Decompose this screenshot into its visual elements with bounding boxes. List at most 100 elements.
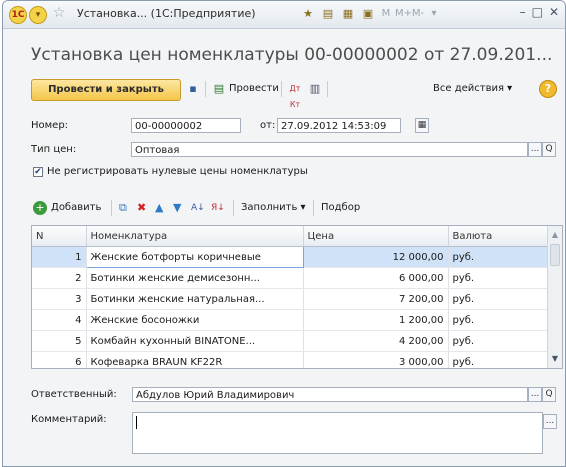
responsible-select-button[interactable]: ... bbox=[528, 387, 542, 402]
memory-minus-button[interactable]: M- bbox=[411, 6, 425, 22]
table-row[interactable]: 6 Кофеварка BRAUN KF22R 3 000,00 руб. bbox=[32, 351, 548, 368]
delete-row-icon[interactable]: ✖ bbox=[137, 200, 146, 216]
row-item[interactable]: Кофеварка BRAUN KF22R bbox=[86, 351, 304, 368]
column-header-item[interactable]: Номенклатура bbox=[86, 226, 304, 247]
skip-zero-label: Не регистрировать нулевые цены номенклат… bbox=[47, 166, 308, 177]
table-row[interactable]: 4 Женские босоножки 1 200,00 руб. bbox=[32, 309, 548, 331]
number-field[interactable]: 00-00000002 bbox=[131, 118, 241, 133]
sort-descending-icon[interactable]: Я↓ bbox=[211, 200, 225, 216]
post-and-close-button[interactable]: Провести и закрыть bbox=[31, 79, 181, 101]
row-currency[interactable]: руб. bbox=[448, 351, 548, 368]
help-icon[interactable]: ? bbox=[539, 80, 557, 98]
column-header-currency[interactable]: Валюта bbox=[448, 226, 548, 247]
report-icon[interactable]: ▥ bbox=[307, 81, 323, 97]
form-title: Установка цен номенклатуры 00-00000002 о… bbox=[31, 45, 553, 65]
separator bbox=[281, 81, 282, 97]
skip-zero-checkbox[interactable]: ✔ bbox=[33, 167, 43, 177]
price-type-open-button[interactable]: Q bbox=[542, 142, 556, 157]
row-number: 2 bbox=[32, 267, 87, 289]
calendar-icon[interactable]: ▣ bbox=[359, 6, 377, 22]
calendar-pick-icon[interactable]: ▦ bbox=[415, 118, 429, 133]
close-icon[interactable]: ✕ bbox=[549, 5, 559, 19]
title-dropdown-icon[interactable]: ▾ bbox=[427, 6, 441, 22]
window-controls: – □ ✕ bbox=[520, 5, 559, 19]
maximize-icon[interactable]: □ bbox=[532, 5, 543, 19]
row-price[interactable]: 7 200,00 bbox=[303, 288, 449, 310]
add-icon[interactable]: + bbox=[33, 201, 47, 215]
row-currency[interactable]: руб. bbox=[448, 267, 548, 289]
favorite-star-icon[interactable]: ☆ bbox=[51, 5, 67, 21]
save-icon[interactable]: ▪ bbox=[185, 81, 201, 97]
date-label: от: bbox=[260, 120, 276, 131]
row-number: 1 bbox=[32, 246, 87, 268]
price-table[interactable]: N Номенклатура Цена Валюта 1 Женские бот… bbox=[31, 225, 563, 369]
separator bbox=[111, 200, 112, 216]
row-number: 3 bbox=[32, 288, 87, 310]
responsible-open-button[interactable]: Q bbox=[542, 387, 556, 402]
pick-button[interactable]: Подбор bbox=[321, 202, 360, 213]
row-number: 4 bbox=[32, 309, 87, 331]
fill-menu-button[interactable]: Заполнить ▾ bbox=[241, 202, 306, 213]
post-doc-icon[interactable]: ▤ bbox=[211, 81, 227, 97]
sort-ascending-icon[interactable]: A↓ bbox=[191, 200, 205, 216]
row-currency[interactable]: руб. bbox=[448, 330, 548, 352]
move-down-icon[interactable]: ▼ bbox=[173, 200, 181, 216]
minimize-icon[interactable]: – bbox=[520, 5, 526, 19]
table-row[interactable]: 5 Комбайн кухонный BINATONE... 4 200,00 … bbox=[32, 330, 548, 352]
price-type-label: Тип цен: bbox=[31, 144, 77, 155]
dt-kt-icon[interactable]: Дт Кт bbox=[287, 81, 303, 109]
title-bar: 1С ▾ ☆ Установка... (1С:Предприятие) ★ ▤… bbox=[3, 1, 565, 29]
table-toolbar: + Добавить ⧉ ✖ ▲ ▼ A↓ Я↓ Заполнить ▾ Под… bbox=[31, 198, 561, 218]
scroll-up-icon[interactable]: ▲ bbox=[548, 228, 562, 242]
column-header-price[interactable]: Цена bbox=[303, 226, 449, 247]
separator bbox=[327, 81, 328, 97]
title-toolbar: ★ ▤ ▦ ▣ M M+ M- ▾ bbox=[299, 6, 441, 22]
document-window: 1С ▾ ☆ Установка... (1С:Предприятие) ★ ▤… bbox=[2, 0, 566, 467]
all-actions-menu[interactable]: Все действия ▾ bbox=[433, 83, 512, 94]
table-row[interactable]: 1 Женские ботфорты коричневые 12 000,00 … bbox=[32, 246, 548, 268]
scroll-down-icon[interactable]: ▼ bbox=[548, 352, 562, 366]
window-title: Установка... (1С:Предприятие) bbox=[77, 7, 256, 20]
separator bbox=[233, 200, 234, 216]
row-item[interactable]: Женские босоножки bbox=[86, 309, 304, 331]
table-row[interactable]: 3 Ботинки женские натуральная... 7 200,0… bbox=[32, 288, 548, 310]
separator bbox=[205, 81, 206, 97]
table-row[interactable]: 2 Ботинки женские демисезонн... 6 000,00… bbox=[32, 267, 548, 289]
row-item[interactable]: Комбайн кухонный BINATONE... bbox=[86, 330, 304, 352]
date-field[interactable]: 27.09.2012 14:53:09 bbox=[277, 118, 401, 133]
price-type-field[interactable]: Оптовая bbox=[131, 142, 528, 157]
copy-row-icon[interactable]: ⧉ bbox=[119, 200, 127, 216]
post-button[interactable]: Провести bbox=[229, 83, 279, 94]
row-item[interactable]: Ботинки женские демисезонн... bbox=[86, 267, 304, 289]
separator bbox=[313, 200, 314, 216]
table-header-row: N Номенклатура Цена Валюта bbox=[32, 226, 548, 247]
row-price[interactable]: 12 000,00 bbox=[303, 246, 449, 268]
table-scrollbar[interactable]: ▲ ▼ bbox=[547, 226, 562, 368]
row-item[interactable]: Женские ботфорты коричневые bbox=[85, 246, 304, 268]
row-price[interactable]: 6 000,00 bbox=[303, 267, 449, 289]
responsible-field[interactable]: Абдулов Юрий Владимирович bbox=[132, 387, 528, 402]
1c-logo-icon[interactable]: 1С bbox=[9, 6, 27, 24]
row-price[interactable]: 1 200,00 bbox=[303, 309, 449, 331]
calculator-icon[interactable]: ▦ bbox=[339, 6, 357, 22]
comment-field[interactable] bbox=[132, 412, 543, 454]
row-price[interactable]: 3 000,00 bbox=[303, 351, 449, 368]
add-button[interactable]: Добавить bbox=[51, 202, 101, 213]
number-label: Номер: bbox=[31, 120, 69, 131]
memory-m-button[interactable]: M bbox=[379, 6, 393, 22]
row-number: 6 bbox=[32, 351, 87, 368]
move-up-icon[interactable]: ▲ bbox=[155, 200, 163, 216]
memory-plus-button[interactable]: M+ bbox=[395, 6, 412, 22]
row-item[interactable]: Ботинки женские натуральная... bbox=[86, 288, 304, 310]
scroll-thumb[interactable] bbox=[550, 244, 560, 266]
column-header-number[interactable]: N bbox=[32, 226, 87, 247]
comment-select-button[interactable]: ... bbox=[543, 414, 557, 429]
history-icon[interactable]: ▤ bbox=[319, 6, 337, 22]
row-price[interactable]: 4 200,00 bbox=[303, 330, 449, 352]
row-currency[interactable]: руб. bbox=[448, 288, 548, 310]
favorites-add-icon[interactable]: ★ bbox=[299, 6, 317, 22]
price-type-select-button[interactable]: ... bbox=[528, 142, 542, 157]
main-menu-icon[interactable]: ▾ bbox=[29, 6, 47, 24]
row-currency[interactable]: руб. bbox=[448, 309, 548, 331]
row-currency[interactable]: руб. bbox=[448, 246, 548, 268]
